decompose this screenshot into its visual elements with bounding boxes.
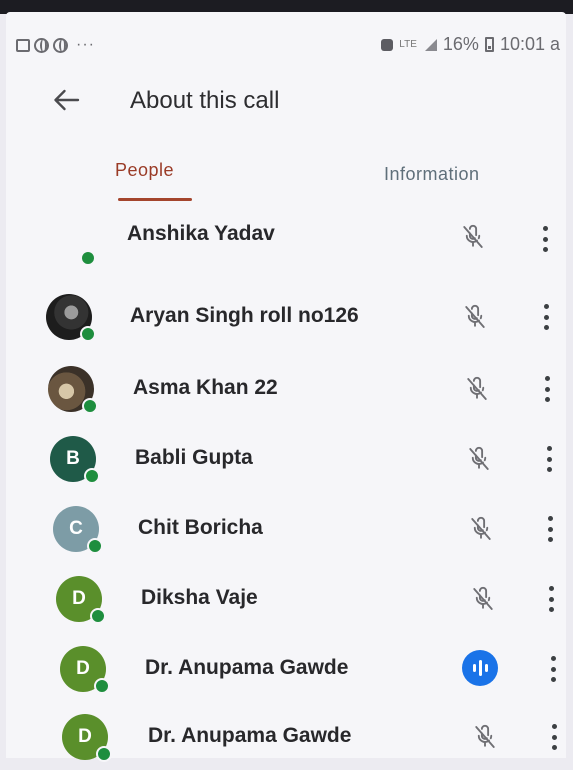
signal-icon <box>423 38 437 51</box>
battery-percent: 16% <box>442 34 479 54</box>
participant-row[interactable]: Asma Khan 22 <box>6 352 566 422</box>
online-status-dot <box>90 608 106 624</box>
participant-row[interactable]: D Dr. Anupama Gawde <box>6 700 566 770</box>
record-icon <box>381 38 394 51</box>
browser-notification-icon <box>34 37 49 53</box>
mic-off-icon <box>470 722 500 752</box>
participant-name: Diksha Vaje <box>141 586 258 609</box>
online-status-dot <box>80 250 96 266</box>
app-header: About this call <box>6 70 566 134</box>
avatar-initial: C <box>69 518 83 539</box>
tab-people[interactable]: People <box>115 160 174 181</box>
mic-off-icon <box>458 222 488 252</box>
mic-off-icon <box>460 302 490 332</box>
active-tab-indicator <box>118 198 192 201</box>
participant-row[interactable]: Anshika Yadav <box>6 210 566 280</box>
clock: 10:01 a <box>499 34 560 54</box>
participant-row[interactable]: D Diksha Vaje <box>6 562 566 632</box>
more-options-icon[interactable] <box>546 586 556 612</box>
tab-information[interactable]: Information <box>384 164 480 185</box>
system-icons: LTE 16% 10:01 a <box>381 34 560 55</box>
notification-icons: ··· <box>16 36 95 54</box>
avatar-initial: D <box>72 588 86 609</box>
more-options-icon[interactable] <box>540 226 550 252</box>
more-options-icon[interactable] <box>548 656 558 682</box>
mic-off-icon <box>468 584 498 614</box>
more-options-icon[interactable] <box>542 376 552 402</box>
speaking-indicator-icon <box>462 650 498 686</box>
avatar-initial: D <box>76 658 90 679</box>
gallery-notification-icon <box>16 38 30 52</box>
participant-name: Aryan Singh roll no126 <box>130 304 359 327</box>
mic-off-icon <box>466 514 496 544</box>
participant-row[interactable]: Aryan Singh roll no126 <box>6 280 566 350</box>
browser-notification-icon-2 <box>53 37 68 53</box>
participant-row[interactable]: D Dr. Anupama Gawde <box>6 632 566 702</box>
tab-bar: People Information <box>6 150 566 210</box>
more-options-icon[interactable] <box>545 516 555 542</box>
avatar-initial: D <box>78 726 92 747</box>
participant-name: Dr. Anupama Gawde <box>148 724 352 747</box>
participant-name: Asma Khan 22 <box>133 376 278 399</box>
online-status-dot <box>87 538 103 554</box>
online-status-dot <box>94 678 110 694</box>
phone-screen: ··· LTE 16% 10:01 a About this call Peop… <box>6 12 566 762</box>
mic-off-icon <box>464 444 494 474</box>
more-options-icon[interactable] <box>544 446 554 472</box>
page-title: About this call <box>130 87 280 114</box>
online-status-dot <box>82 398 98 414</box>
participant-row[interactable]: C Chit Boricha <box>6 492 566 562</box>
battery-icon <box>484 37 494 52</box>
back-arrow-icon[interactable] <box>48 82 84 118</box>
participant-name: Chit Boricha <box>138 516 263 539</box>
more-options-icon[interactable] <box>549 724 559 750</box>
participant-name: Dr. Anupama Gawde <box>145 656 349 679</box>
participant-row[interactable]: B Babli Gupta <box>6 422 566 492</box>
online-status-dot <box>84 468 100 484</box>
mic-off-icon <box>462 374 492 404</box>
participant-name: Anshika Yadav <box>127 222 275 245</box>
more-notifications-icon: ··· <box>76 36 95 53</box>
online-status-dot <box>80 326 96 342</box>
status-bar: ··· LTE 16% 10:01 a <box>6 12 566 70</box>
online-status-dot <box>96 746 112 762</box>
more-options-icon[interactable] <box>541 304 551 330</box>
participant-name: Babli Gupta <box>135 446 253 469</box>
avatar-initial: B <box>66 448 80 469</box>
network-label: LTE <box>399 39 417 50</box>
